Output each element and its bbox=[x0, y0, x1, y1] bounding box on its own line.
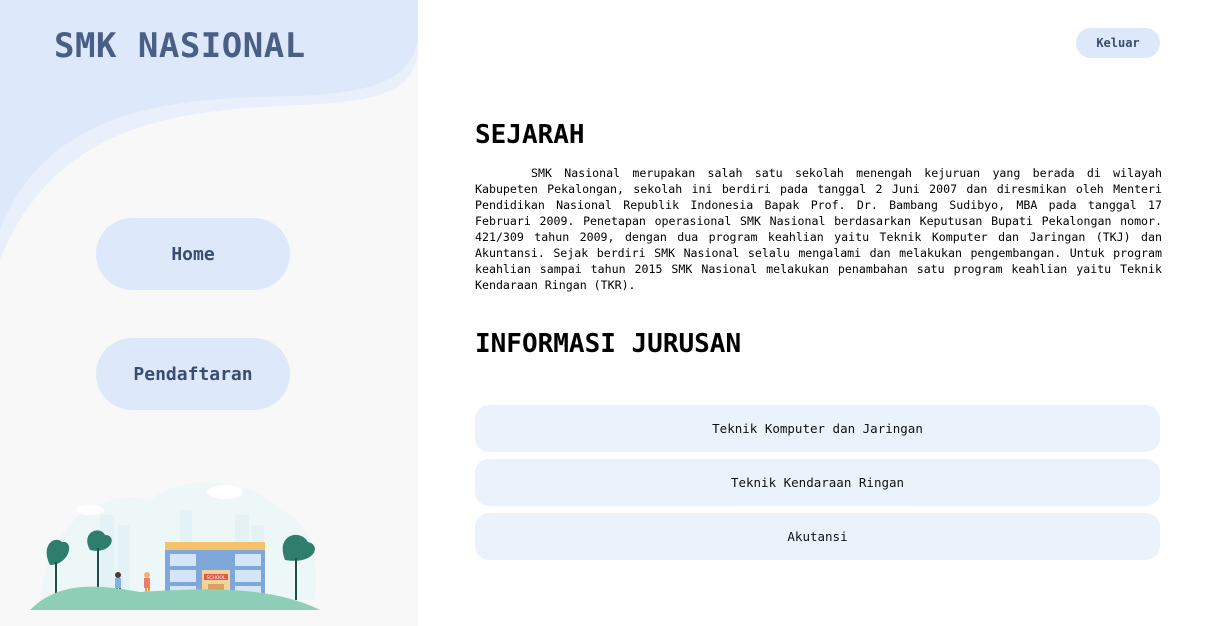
sidebar: SMK NASIONAL Home Pendaftaran SCHOOL bbox=[0, 0, 418, 626]
history-heading: SEJARAH bbox=[475, 120, 585, 150]
major-item-tkj[interactable]: Teknik Komputer dan Jaringan bbox=[475, 405, 1160, 452]
major-item-akuntansi[interactable]: Akutansi bbox=[475, 513, 1160, 560]
nav-registration-button[interactable]: Pendaftaran bbox=[96, 338, 290, 410]
majors-heading: INFORMASI JURUSAN bbox=[475, 329, 742, 359]
logout-button[interactable]: Keluar bbox=[1076, 28, 1160, 58]
nav-home-button[interactable]: Home bbox=[96, 218, 290, 290]
school-sign: SCHOOL bbox=[207, 575, 226, 581]
brand-title: SMK NASIONAL bbox=[54, 26, 306, 66]
major-item-tkr[interactable]: Teknik Kendaraan Ringan bbox=[475, 459, 1160, 506]
main-content: Keluar SEJARAH SMK Nasional merupakan sa… bbox=[418, 0, 1210, 626]
history-text: SMK Nasional merupakan salah satu sekola… bbox=[475, 166, 1162, 292]
school-illustration: SCHOOL bbox=[30, 482, 320, 610]
